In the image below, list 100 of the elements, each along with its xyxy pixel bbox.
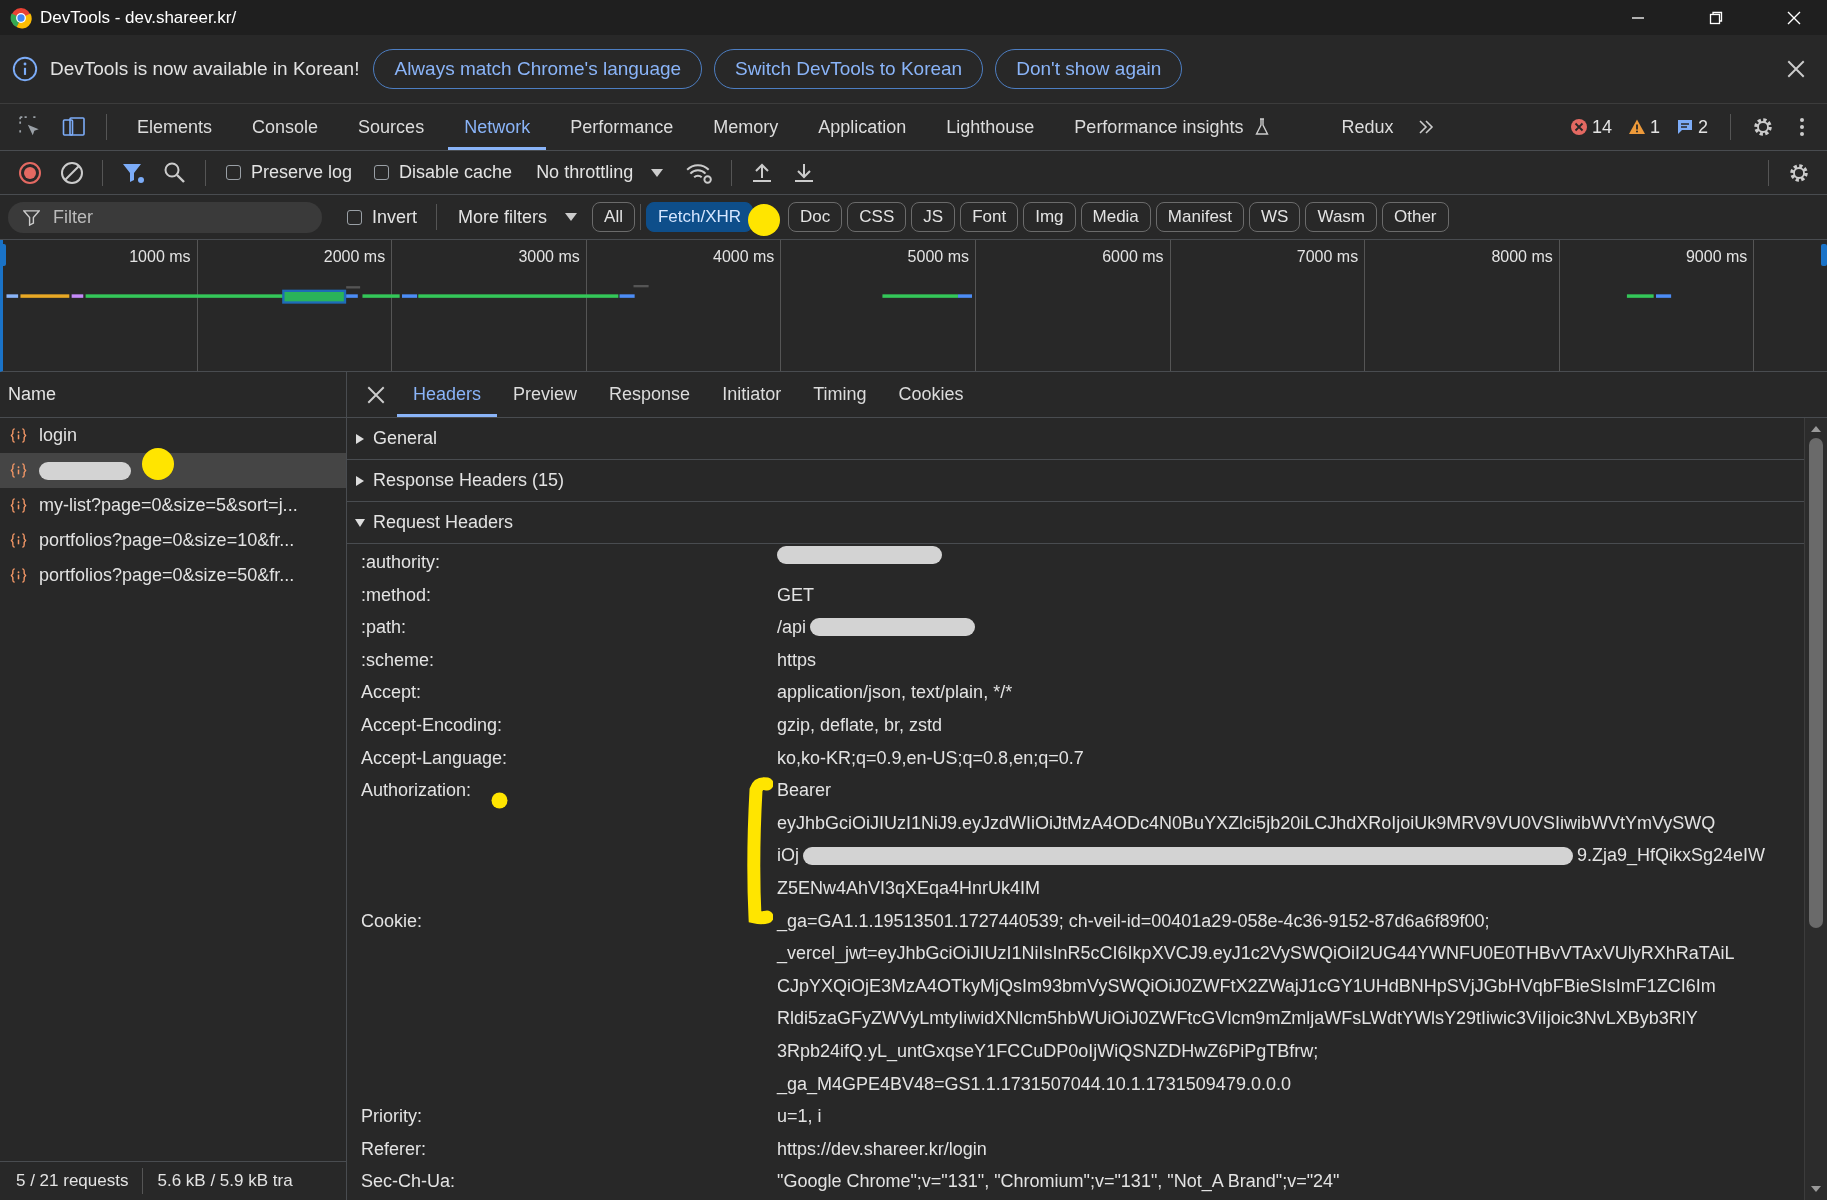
header-name: Accept-Encoding: bbox=[361, 713, 503, 737]
close-icon[interactable] bbox=[1787, 60, 1805, 78]
section-header[interactable]: General bbox=[347, 418, 1804, 460]
header-name: Authorization: bbox=[361, 779, 472, 803]
more-options-icon[interactable] bbox=[1799, 117, 1805, 137]
range-handle[interactable] bbox=[1821, 244, 1827, 266]
checkbox[interactable] bbox=[347, 209, 362, 225]
panel-tab[interactable]: Lighthouse bbox=[930, 104, 1051, 150]
scrollbar[interactable] bbox=[1804, 418, 1827, 1200]
timeline-tick-label: 2000 ms bbox=[323, 248, 386, 265]
checkbox-label: Preserve log bbox=[251, 162, 353, 183]
caret-icon bbox=[565, 213, 578, 221]
clear-icon[interactable] bbox=[60, 160, 84, 185]
request-name: portfolios?page=0&size=50&fr... bbox=[39, 565, 295, 586]
message-icon bbox=[1676, 118, 1694, 136]
annotation-dot bbox=[747, 203, 782, 237]
timeline-tick-label: 1000 ms bbox=[129, 248, 191, 265]
header-value: gzip, deflate, br, zstd bbox=[777, 713, 943, 737]
collapsed-triangle-icon bbox=[355, 433, 365, 444]
section-header[interactable]: Response Headers (15) bbox=[347, 460, 1804, 502]
panel-tab[interactable]: Performance bbox=[554, 104, 690, 150]
more-filters-dropdown[interactable]: More filters bbox=[458, 206, 578, 228]
checkbox[interactable] bbox=[374, 165, 390, 180]
scrollbar-thumb[interactable] bbox=[1809, 438, 1823, 928]
expanded-triangle-icon bbox=[355, 517, 365, 528]
type-filter-chip[interactable]: WS bbox=[1249, 202, 1301, 232]
panel-tab[interactable]: Memory bbox=[697, 104, 795, 150]
header-value: _ga=GA1.1.19513501.1727440539; ch-veil-id=00401a29-058e-4c36-9152-87d6a6f89f00; bbox=[777, 909, 1490, 934]
type-filter-chip[interactable]: Wasm bbox=[1305, 202, 1377, 232]
type-filter-chip[interactable]: Media bbox=[1080, 202, 1151, 232]
column-header: Name bbox=[8, 384, 56, 405]
header-value: _vercel_jwt=eyJhbGciOiJIUzI1NiIsInR5cCI6IkpXVCJ9.eyJ1c2VySWQiOiI2UG44YWNFU0E0THBvVTAxVUlyRXhRaTAiL bbox=[777, 942, 1735, 966]
type-filter-chip[interactable]: Doc bbox=[788, 202, 843, 232]
caret-icon bbox=[651, 168, 664, 177]
warning-count: 1 bbox=[1649, 116, 1660, 138]
close-icon[interactable] bbox=[367, 385, 385, 404]
header-name: :path: bbox=[361, 616, 407, 640]
header-value: application/json, text/plain, */* bbox=[777, 681, 1013, 705]
type-filter-chip[interactable]: Img bbox=[1023, 202, 1076, 232]
header-name: Priority: bbox=[361, 1105, 422, 1129]
settings-icon[interactable] bbox=[1751, 115, 1775, 139]
device-toolbar-icon[interactable] bbox=[62, 115, 86, 139]
header-value: _ga_M4GPE4BV48=GS1.1.1731507044.10.1.1731509479.0.0.0 bbox=[777, 1072, 1291, 1097]
panel-tab[interactable]: Application bbox=[802, 104, 923, 150]
panel-tab[interactable]: Redux bbox=[1325, 104, 1410, 150]
header-name: :scheme: bbox=[361, 648, 435, 672]
header-name: :authority: bbox=[361, 551, 441, 574]
restore-icon[interactable] bbox=[1709, 10, 1723, 25]
type-filter-chip[interactable]: Fetch/XHR bbox=[645, 202, 754, 232]
filter-field[interactable]: Filter bbox=[8, 201, 322, 233]
annotation-dot bbox=[141, 447, 175, 481]
section-header[interactable]: Request Headers bbox=[347, 502, 1804, 544]
timeline-tick-label: 5000 ms bbox=[907, 248, 969, 265]
collapsed-triangle-icon bbox=[355, 475, 365, 486]
panel-tab[interactable]: Network bbox=[448, 104, 547, 150]
more-tabs-icon[interactable] bbox=[1417, 118, 1436, 136]
error-icon bbox=[1569, 118, 1588, 136]
timeline-tick-label: 7000 ms bbox=[1296, 248, 1359, 265]
error-count: 14 bbox=[1591, 116, 1612, 138]
fetch-icon bbox=[10, 427, 27, 444]
panel-tab[interactable]: Sources bbox=[342, 104, 441, 150]
panel-tab[interactable]: Elements bbox=[121, 104, 229, 150]
record-stop-icon[interactable] bbox=[18, 160, 42, 185]
header-value: "Google Chrome";v="131", "Chromium";v="131", "Not_A Brand";v="24" bbox=[777, 1170, 1340, 1194]
header-name: Referer: bbox=[361, 1137, 427, 1161]
scroll-up-icon[interactable] bbox=[1811, 426, 1821, 432]
panel-tab[interactable]: Performance insights bbox=[1058, 104, 1260, 150]
type-filter-chip[interactable]: Other bbox=[1382, 202, 1449, 232]
request-row[interactable]: my-list?page=0&size=5&sort=j... bbox=[0, 488, 346, 523]
request-row[interactable]: login bbox=[0, 418, 346, 453]
type-filter-chip[interactable]: CSS bbox=[847, 202, 907, 232]
search-icon[interactable] bbox=[163, 160, 187, 185]
checkbox-label: Invert bbox=[372, 206, 418, 228]
type-filter-chip[interactable]: Manifest bbox=[1155, 202, 1245, 232]
detail-tab[interactable]: Response bbox=[593, 372, 707, 417]
type-filter-chip[interactable]: All bbox=[592, 202, 635, 232]
detail-tab[interactable]: Headers bbox=[397, 372, 498, 417]
header-value: Z5ENw4AhVI3qXEqa4HnrUk4IM bbox=[777, 876, 1041, 900]
scroll-down-icon[interactable] bbox=[1811, 1186, 1821, 1192]
detail-tab[interactable]: Timing bbox=[797, 372, 883, 417]
type-filter-chip[interactable]: JS bbox=[911, 202, 956, 232]
header-value: Bearer bbox=[777, 779, 832, 803]
range-handle[interactable] bbox=[0, 244, 6, 266]
detail-tab[interactable]: Cookies bbox=[882, 372, 980, 417]
checkbox[interactable] bbox=[226, 165, 241, 180]
header-value: https://dev.shareer.kr/login bbox=[777, 1137, 987, 1161]
type-filter-chip[interactable]: Font bbox=[960, 202, 1019, 232]
header-value: iOj bbox=[777, 844, 799, 868]
throttling-dropdown[interactable]: No throttling bbox=[536, 162, 664, 183]
request-row[interactable]: portfolios?page=0&size=10&fr... bbox=[0, 523, 346, 558]
request-name: my-list?page=0&size=5&sort=j... bbox=[39, 495, 298, 516]
request-row[interactable]: portfolios?page=0&size=50&fr... bbox=[0, 558, 346, 593]
detail-tab[interactable]: Initiator bbox=[706, 372, 798, 417]
detail-tab[interactable]: Preview bbox=[497, 372, 594, 417]
header-value: u=1, i bbox=[777, 1105, 822, 1129]
request-row[interactable] bbox=[0, 453, 346, 488]
timeline-tick-label: 3000 ms bbox=[518, 248, 580, 265]
panel-tab[interactable]: Console bbox=[236, 104, 335, 150]
header-value: 3Rpb24ifQ.yL_untGxqseY1FCCuDP0oIjWiQSNZDHwZ6PiPgTBfrw; bbox=[777, 1039, 1319, 1064]
filter-icon bbox=[23, 208, 40, 226]
